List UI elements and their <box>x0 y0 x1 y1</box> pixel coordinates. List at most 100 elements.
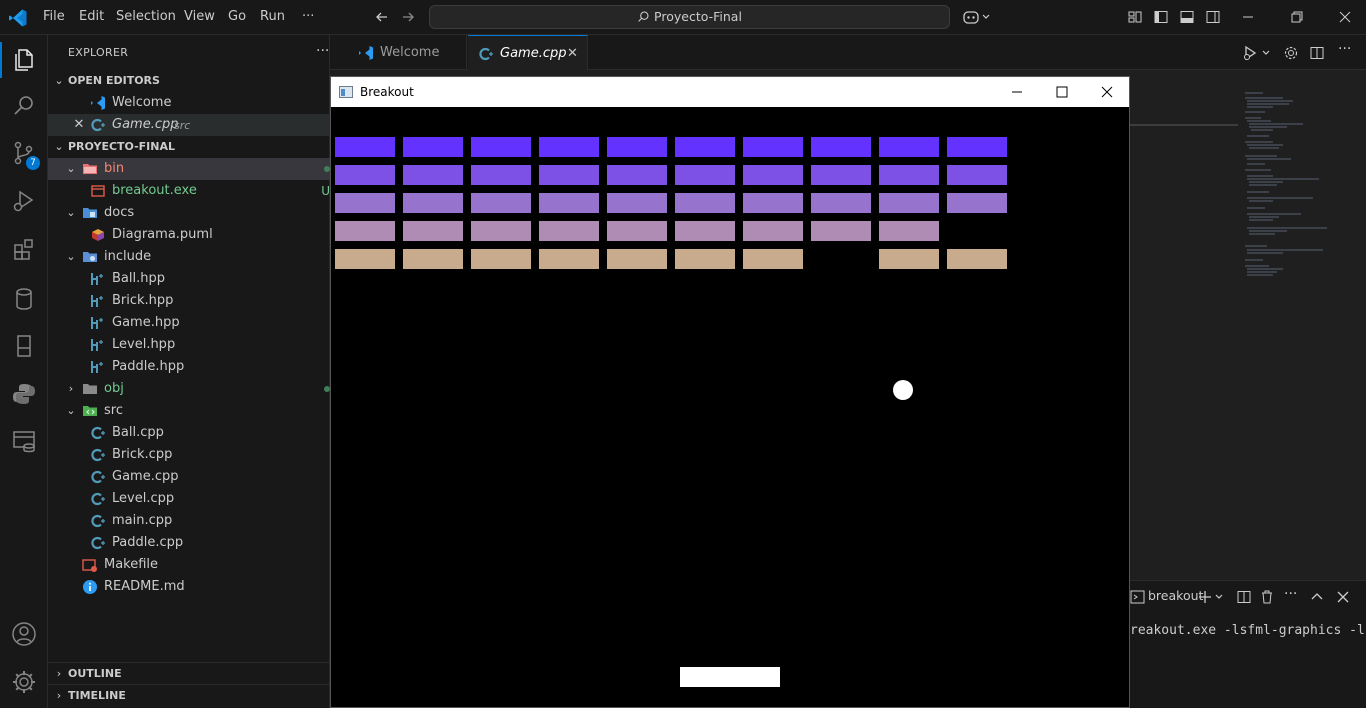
toggle-secondary-sidebar-icon[interactable] <box>1205 9 1221 25</box>
brick <box>471 221 531 241</box>
more-actions-icon[interactable]: ··· <box>316 43 329 59</box>
open-editors-header[interactable]: ⌄ OPEN EDITORS <box>48 70 330 92</box>
close-window-icon[interactable] <box>1337 9 1353 25</box>
back-arrow-icon[interactable] <box>374 9 390 25</box>
folder-include[interactable]: ⌄ include <box>48 246 330 268</box>
new-terminal-icon[interactable] <box>1198 589 1226 605</box>
menu-more[interactable]: ··· <box>302 9 314 24</box>
file-readme[interactable]: README.md <box>48 576 330 598</box>
open-editor-game-cpp[interactable]: ✕ Game.cpp src <box>48 114 330 136</box>
editor-tab-bar: Welcome Game.cpp ✕ ··· <box>330 35 1366 70</box>
search-icon[interactable] <box>10 92 38 120</box>
close-icon[interactable] <box>1099 84 1115 100</box>
file-level-cpp[interactable]: Level.cpp <box>48 488 330 510</box>
chevron-down-icon: ⌄ <box>54 140 64 153</box>
maximize-icon[interactable] <box>1054 84 1070 100</box>
exe-file-icon <box>91 185 105 197</box>
minimize-window-icon[interactable] <box>1240 9 1256 25</box>
python-icon[interactable] <box>10 380 38 408</box>
tab-game-cpp[interactable]: Game.cpp ✕ <box>468 35 588 70</box>
folder-obj[interactable]: › obj <box>48 378 330 400</box>
file-makefile[interactable]: Makefile <box>48 554 330 576</box>
folder-docs[interactable]: ⌄ docs <box>48 202 330 224</box>
split-terminal-icon[interactable] <box>1236 589 1252 605</box>
brick <box>607 249 667 269</box>
editor-more-actions-icon[interactable]: ··· <box>1338 41 1354 57</box>
restore-window-icon[interactable] <box>1289 9 1305 25</box>
split-editor-icon[interactable] <box>1309 45 1325 61</box>
copilot-icon[interactable] <box>962 9 990 25</box>
toggle-panel-icon[interactable] <box>1179 9 1195 25</box>
activity-bar: 7 <box>0 35 48 708</box>
run-debug-icon[interactable] <box>10 187 38 215</box>
file-brick-hpp[interactable]: Brick.hpp <box>48 290 330 312</box>
menu-go[interactable]: Go <box>228 9 246 24</box>
gear-icon[interactable] <box>1283 45 1299 61</box>
file-game-cpp[interactable]: Game.cpp <box>48 466 330 488</box>
file-game-hpp[interactable]: Game.hpp <box>48 312 330 334</box>
close-panel-icon[interactable] <box>1335 589 1351 605</box>
cpp-file-icon <box>91 536 105 550</box>
extensions-icon[interactable] <box>10 235 38 263</box>
search-icon <box>638 11 649 22</box>
folder-bin[interactable]: ⌄ bin <box>48 158 330 180</box>
folder-icon <box>83 384 97 394</box>
minimap[interactable] <box>1243 90 1333 290</box>
account-icon[interactable] <box>10 620 38 648</box>
trash-icon[interactable] <box>1259 589 1275 605</box>
close-icon[interactable]: ✕ <box>72 114 86 136</box>
breakout-game-window[interactable]: Breakout <box>330 76 1130 708</box>
file-paddle-cpp[interactable]: Paddle.cpp <box>48 532 330 554</box>
tab-close-icon[interactable]: ✕ <box>567 36 578 71</box>
toggle-primary-sidebar-icon[interactable] <box>1153 9 1169 25</box>
file-ball-cpp[interactable]: Ball.cpp <box>48 422 330 444</box>
remote-explorer-icon[interactable] <box>10 332 38 360</box>
tab-welcome[interactable]: Welcome <box>346 35 467 70</box>
settings-gear-icon[interactable] <box>10 668 38 696</box>
menu-view[interactable]: View <box>184 9 215 24</box>
file-brick-cpp[interactable]: Brick.cpp <box>48 444 330 466</box>
layers-icon[interactable] <box>10 427 38 455</box>
project-header[interactable]: ⌄ PROYECTO-FINAL <box>48 136 330 158</box>
menu-file[interactable]: File <box>43 9 65 24</box>
maximize-panel-icon[interactable] <box>1309 589 1325 605</box>
brick <box>947 193 1007 213</box>
app-window-icon <box>339 86 353 98</box>
game-canvas[interactable] <box>331 107 1129 707</box>
database-icon[interactable] <box>10 285 38 313</box>
menu-selection[interactable]: Selection <box>116 9 176 24</box>
open-editor-welcome[interactable]: Welcome <box>48 92 330 114</box>
file-ball-hpp[interactable]: Ball.hpp <box>48 268 330 290</box>
file-level-hpp[interactable]: Level.hpp <box>48 334 330 356</box>
file-breakout-exe[interactable]: breakout.exe U <box>48 180 330 202</box>
command-center-search[interactable]: Proyecto-Final <box>429 5 950 29</box>
file-label: Level.cpp <box>112 491 175 506</box>
chevron-down-icon: ⌄ <box>66 162 76 175</box>
file-diagrama-puml[interactable]: Diagrama.puml <box>48 224 330 246</box>
run-cpp-file-icon[interactable] <box>1243 45 1273 61</box>
file-main-cpp[interactable]: main.cpp <box>48 510 330 532</box>
cpp-file-icon <box>91 118 105 132</box>
file-label: Paddle.hpp <box>112 359 185 374</box>
brick <box>335 165 395 185</box>
menu-run[interactable]: Run <box>260 9 285 24</box>
minimize-icon[interactable] <box>1009 84 1025 100</box>
game-window-titlebar[interactable]: Breakout <box>331 77 1129 107</box>
terminal-name[interactable]: breakout <box>1148 588 1203 603</box>
folder-src[interactable]: ⌄ src <box>48 400 330 422</box>
menu-edit[interactable]: Edit <box>79 9 104 24</box>
paddle[interactable] <box>680 667 780 687</box>
outline-header[interactable]: › OUTLINE <box>48 662 330 684</box>
layout-customize-icon[interactable] <box>1127 9 1143 25</box>
file-label: Brick.hpp <box>112 293 174 308</box>
brick <box>879 193 939 213</box>
brick <box>539 137 599 157</box>
files-icon[interactable] <box>10 45 38 73</box>
hpp-file-icon <box>91 273 103 285</box>
file-paddle-hpp[interactable]: Paddle.hpp <box>48 356 330 378</box>
timeline-header[interactable]: › TIMELINE <box>48 684 330 706</box>
panel-more-icon[interactable]: ··· <box>1284 586 1300 602</box>
brick <box>335 137 395 157</box>
forward-arrow-icon[interactable] <box>400 9 416 25</box>
vscode-logo-icon[interactable] <box>8 8 28 28</box>
